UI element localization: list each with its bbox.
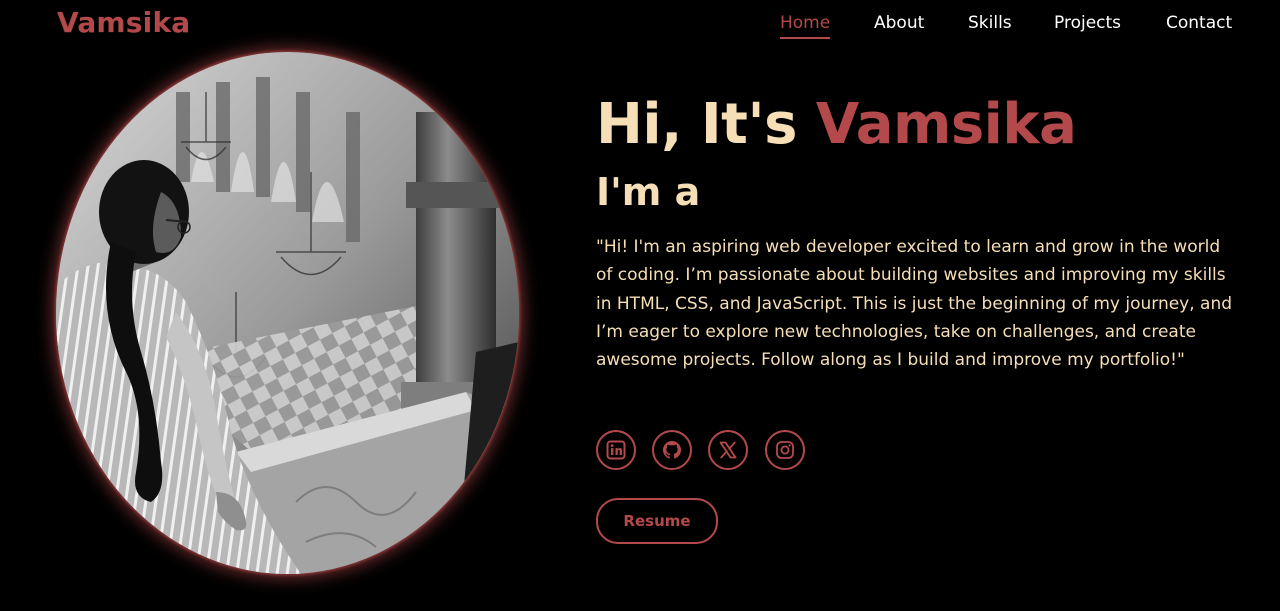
- linkedin-link[interactable]: [596, 430, 636, 470]
- instagram-icon: [776, 441, 794, 459]
- main-nav: Home About Skills Projects Contact: [0, 13, 1280, 43]
- x-twitter-link[interactable]: [708, 430, 748, 470]
- nav-link-home[interactable]: Home: [780, 13, 831, 39]
- resume-button[interactable]: Resume: [596, 498, 718, 544]
- greeting-prefix: Hi, It's: [596, 92, 816, 157]
- hero-bio: "Hi! I'm an aspiring web developer excit…: [596, 237, 1233, 371]
- nav-link-projects[interactable]: Projects: [1054, 13, 1121, 33]
- x-twitter-icon: [719, 441, 737, 459]
- nav-link-about[interactable]: About: [874, 13, 924, 33]
- hero-greeting: Hi, It's Vamsika: [596, 92, 1077, 157]
- greeting-name: Vamsika: [815, 92, 1077, 157]
- portfolio-page: Vamsika Home About Skills Projects Conta…: [0, 0, 1280, 611]
- nav-link-contact[interactable]: Contact: [1166, 13, 1232, 33]
- linkedin-icon: [606, 440, 626, 460]
- github-link[interactable]: [652, 430, 692, 470]
- profile-photo: [56, 52, 519, 574]
- profile-photo-illustration: [56, 52, 519, 574]
- nav-link-skills[interactable]: Skills: [968, 13, 1012, 33]
- hero-subtitle: I'm a: [596, 170, 701, 214]
- github-icon: [663, 441, 681, 459]
- instagram-link[interactable]: [765, 430, 805, 470]
